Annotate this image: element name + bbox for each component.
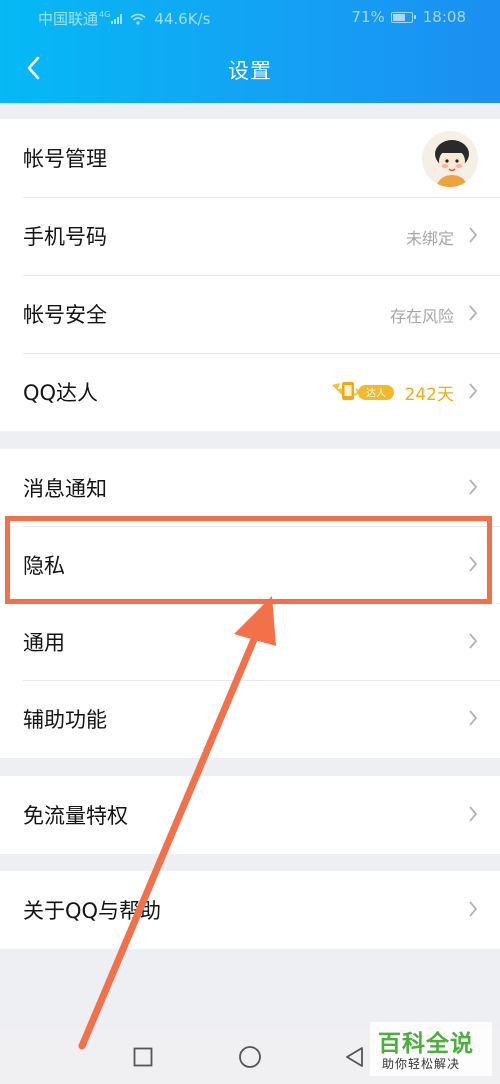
row-label: 帐号安全 [23,303,107,327]
watermark-title: 百科全说 [378,1031,474,1057]
row-label: QQ达人 [23,381,99,405]
watermark-subtitle: 助你轻松解决 [382,1057,461,1071]
settings-row-phone-number[interactable]: 手机号码 未绑定 [0,197,500,275]
talent-days: 242天 [404,385,454,405]
row-label: 通用 [23,631,65,655]
chevron-right-icon [469,305,478,321]
clock: 18:08 [422,8,466,26]
watermark-logo: 百科全说 助你轻松解决 [370,1022,492,1076]
settings-row-free-data[interactable]: 免流量特权 [0,776,500,854]
status-right: 71% 18:08 [351,8,466,26]
row-label: 手机号码 [23,225,107,249]
settings-row-accessibility[interactable]: 辅助功能 [0,680,500,758]
status-bar: 中国联通 4G 44.6K/s 71% 18:08 [0,0,500,34]
row-label: 消息通知 [23,477,107,501]
talent-badge-text: 达人 [366,388,386,400]
settings-row-qq-talent[interactable]: QQ达人 达人 242天 [0,353,500,431]
page-title: 设置 [228,59,272,83]
triangle-back-icon [346,1047,363,1067]
account-group: 帐号管理 手机号码 未绑定 帐号安全 存在风险 QQ达人 达人 242天 [0,119,500,431]
data-privilege-group: 免流量特权 [0,776,500,854]
row-value: 存在风险 [389,307,454,326]
chevron-right-icon [469,710,478,726]
wifi-icon [130,13,146,25]
row-label: 关于QQ与帮助 [23,899,162,923]
talent-badge-icon: 达人 [332,382,394,400]
row-value: 未绑定 [405,229,454,248]
chevron-right-icon [469,383,478,399]
chevron-right-icon [469,633,478,649]
settings-row-account-security[interactable]: 帐号安全 存在风险 [0,275,500,353]
settings-row-about-help[interactable]: 关于QQ与帮助 [0,871,500,949]
carrier-label: 中国联通 [38,10,99,28]
square-icon [133,1047,153,1067]
header-bar: 中国联通 4G 44.6K/s 71% 18:08 设置 [0,0,500,103]
chevron-right-icon [469,479,478,495]
battery-icon [390,11,416,23]
signal-icon [111,13,123,24]
row-label: 辅助功能 [23,708,107,732]
row-label: 帐号管理 [23,147,107,171]
chevron-right-icon [469,806,478,822]
chevron-right-icon [469,901,478,917]
settings-row-general[interactable]: 通用 [0,603,500,681]
battery-percent: 71% [351,8,385,26]
network-speed: 44.6K/s [154,9,211,28]
home-button[interactable] [237,1044,263,1070]
about-group: 关于QQ与帮助 [0,871,500,949]
network-type: 4G [99,10,111,19]
highlight-box [5,516,492,604]
row-label: 免流量特权 [23,804,128,828]
status-left: 中国联通 4G 44.6K/s [38,8,210,29]
recent-apps-button[interactable] [130,1044,156,1070]
nav-back-button[interactable] [342,1044,368,1070]
circle-icon [239,1046,261,1068]
chevron-right-icon [469,227,478,243]
settings-row-account-management[interactable]: 帐号管理 [0,119,500,197]
avatar [422,131,478,187]
